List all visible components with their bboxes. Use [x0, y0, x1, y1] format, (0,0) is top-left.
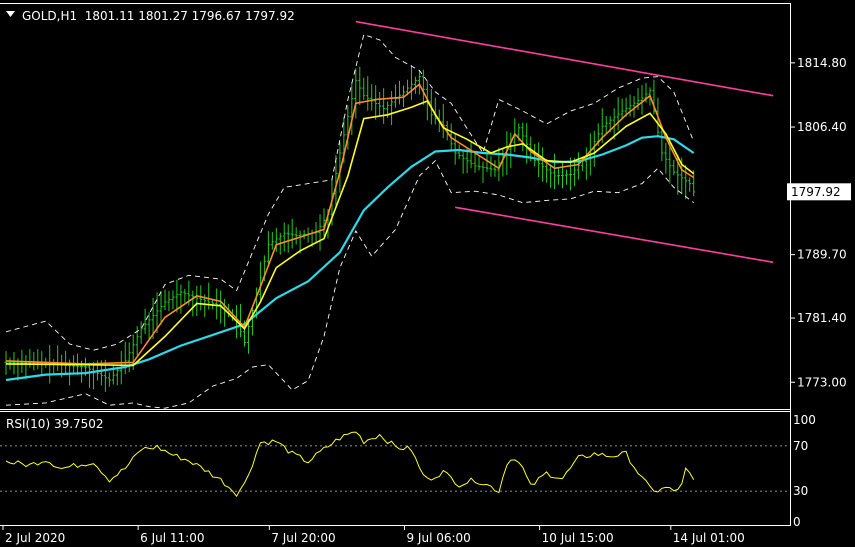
price-axis-label: 1789.70 — [797, 248, 847, 262]
rsi-label: RSI(10) 39.7502 — [6, 417, 104, 431]
price-axis-label: 1806.40 — [797, 120, 847, 134]
chart-title: GOLD,H1 1801.11 1801.27 1796.67 1797.92 — [22, 9, 295, 23]
rsi-axis-label: 70 — [793, 439, 808, 453]
current-price-label: 1797.92 — [791, 185, 841, 199]
time-axis-label: 6 Jul 11:00 — [140, 531, 204, 545]
rsi-axis-label: 100 — [793, 413, 816, 427]
time-axis-label: 9 Jul 06:00 — [406, 531, 470, 545]
time-axis-label: 2 Jul 2020 — [5, 531, 65, 545]
price-axis-label: 1781.40 — [797, 311, 847, 325]
rsi-axis-label: 30 — [793, 484, 808, 498]
time-axis-label: 14 Jul 01:00 — [673, 531, 745, 545]
time-axis-label: 10 Jul 15:00 — [542, 531, 614, 545]
trading-chart: 1814.80 1806.40 1789.70 1781.40 1773.00 100 7… — [0, 0, 855, 547]
time-axis-label: 7 Jul 20:00 — [271, 531, 335, 545]
price-axis-label: 1814.80 — [797, 56, 847, 70]
price-axis-label: 1773.00 — [797, 375, 847, 389]
rsi-axis-label: 0 — [793, 515, 801, 529]
